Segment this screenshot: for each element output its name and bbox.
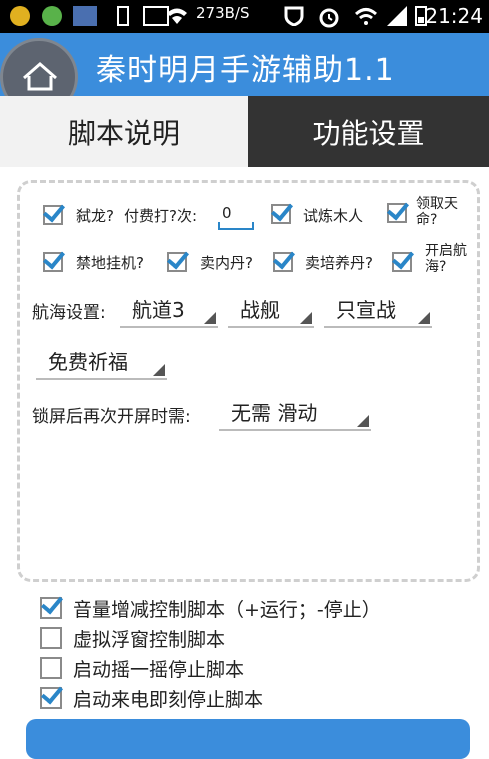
volume-control-label: 音量增减控制脚本（+运行；-停止）: [73, 599, 381, 621]
floating-window-label: 虚拟浮窗控制脚本: [73, 629, 226, 651]
mode-spinner[interactable]: 只宣战: [324, 294, 432, 328]
network-speed: 273B/S: [196, 4, 250, 22]
paid-times-label: 付费打?次:: [124, 207, 198, 225]
lock-screen-value: 无需 滑动: [231, 401, 318, 425]
voyage-settings-label: 航海设置:: [32, 303, 106, 323]
ship-value: 战舰: [240, 298, 280, 322]
blessing-spinner[interactable]: 免费祈福: [36, 346, 167, 380]
lock-screen-spinner[interactable]: 无需 滑动: [219, 397, 371, 431]
wood-checkbox[interactable]: [271, 204, 291, 224]
lock-screen-label: 锁屏后再次开屏时需:: [32, 407, 191, 427]
tab-script-description[interactable]: 脚本说明: [0, 96, 248, 167]
ship-spinner[interactable]: 战舰: [228, 294, 314, 328]
wifi-signal-icon: [354, 6, 378, 26]
fate-label: 领取天命?: [416, 196, 458, 228]
dragon-label: 弑龙?: [76, 207, 114, 225]
sell-nurture-checkbox[interactable]: [273, 252, 293, 272]
sell-inner-checkbox[interactable]: [167, 252, 187, 272]
wifi-icon: [166, 6, 188, 26]
blessing-value: 免费祈福: [48, 350, 128, 374]
voyage-open-label: 开启航海?: [425, 243, 467, 275]
game-notification-icon: [73, 6, 97, 26]
call-stop-label: 启动来电即刻停止脚本: [73, 689, 264, 711]
shake-stop-label: 启动摇一摇停止脚本: [73, 659, 245, 681]
forbidden-checkbox[interactable]: [43, 252, 63, 272]
call-stop-checkbox[interactable]: [40, 687, 62, 709]
alarm-icon: [318, 6, 340, 28]
status-bar: 273B/S 21:24: [0, 0, 489, 33]
floating-window-checkbox[interactable]: [40, 627, 62, 649]
route-spinner[interactable]: 航道3: [120, 294, 218, 328]
sell-nurture-label: 卖培养丹?: [305, 254, 373, 272]
shake-stop-checkbox[interactable]: [40, 657, 62, 679]
cell-signal-icon: [385, 6, 409, 26]
app-title: 秦时明月手游辅助1.1: [96, 53, 395, 88]
route-value: 航道3: [132, 298, 185, 322]
app-notification-icon: [10, 6, 30, 26]
clock: 21:24: [425, 4, 483, 28]
shield-icon: [283, 6, 305, 27]
wood-label: 试炼木人: [303, 207, 364, 225]
sell-inner-label: 卖内丹?: [200, 254, 253, 272]
fate-checkbox[interactable]: [387, 203, 407, 223]
settings-panel: [17, 180, 480, 582]
tab-function-settings[interactable]: 功能设置: [248, 96, 489, 167]
start-script-button[interactable]: [26, 719, 470, 759]
dragon-checkbox[interactable]: [43, 205, 63, 225]
volume-control-checkbox[interactable]: [40, 597, 62, 619]
forbidden-label: 禁地挂机?: [76, 254, 144, 272]
voyage-open-checkbox[interactable]: [392, 252, 412, 272]
android-notification-icon: [42, 6, 62, 26]
phone-icon: [117, 6, 129, 26]
paid-times-input[interactable]: 0: [218, 200, 254, 230]
home-icon: [23, 62, 57, 91]
mode-value: 只宣战: [336, 298, 396, 322]
